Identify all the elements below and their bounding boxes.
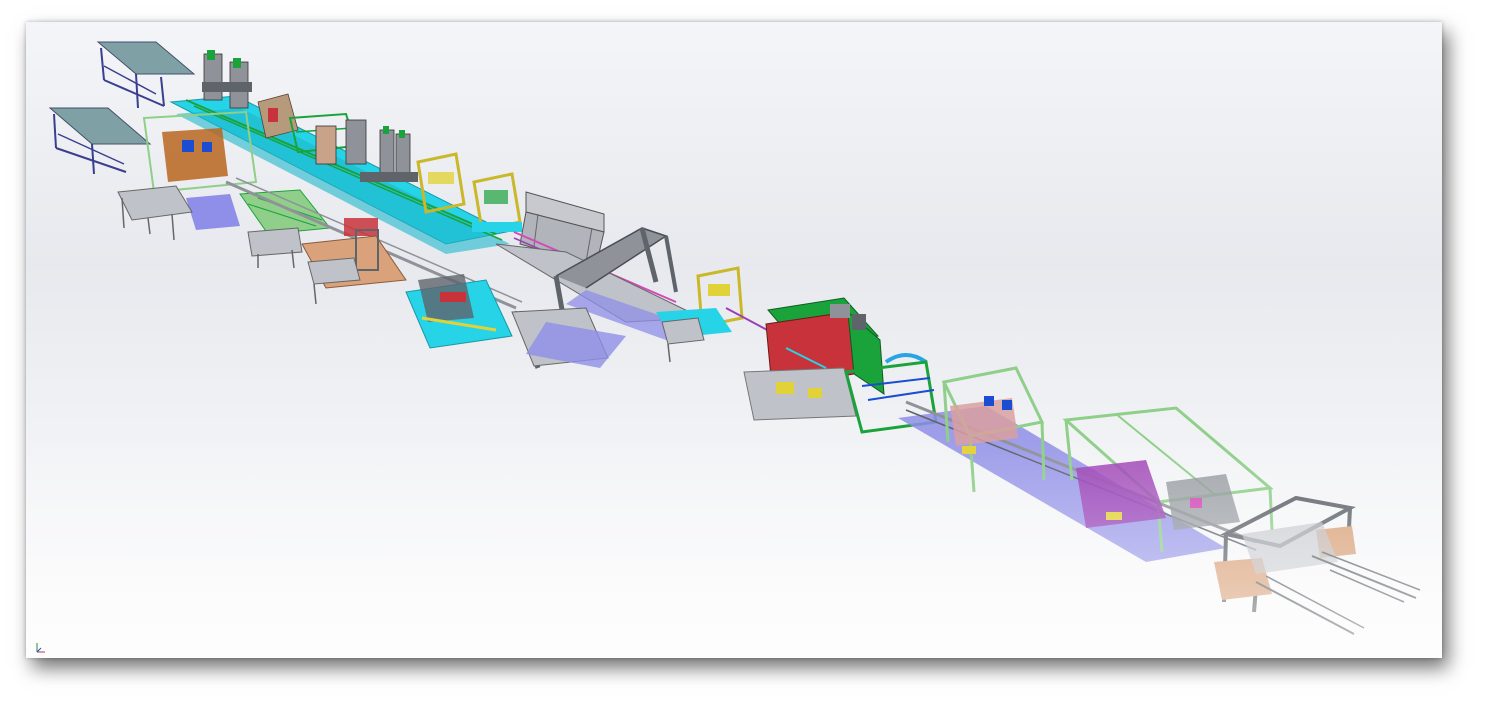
cyan-station-d bbox=[405, 274, 513, 349]
main-press-machine bbox=[743, 297, 885, 421]
tan-station-c bbox=[301, 218, 407, 305]
production-line-assembly-model[interactable] bbox=[26, 22, 1442, 658]
gray-table-a bbox=[117, 185, 193, 241]
graphics-viewport[interactable] bbox=[26, 22, 1442, 658]
infeed-table-2 bbox=[48, 107, 152, 175]
yellow-gantry-f bbox=[472, 172, 522, 232]
axis-triad-icon bbox=[36, 643, 45, 653]
infeed-table-1 bbox=[96, 41, 196, 109]
